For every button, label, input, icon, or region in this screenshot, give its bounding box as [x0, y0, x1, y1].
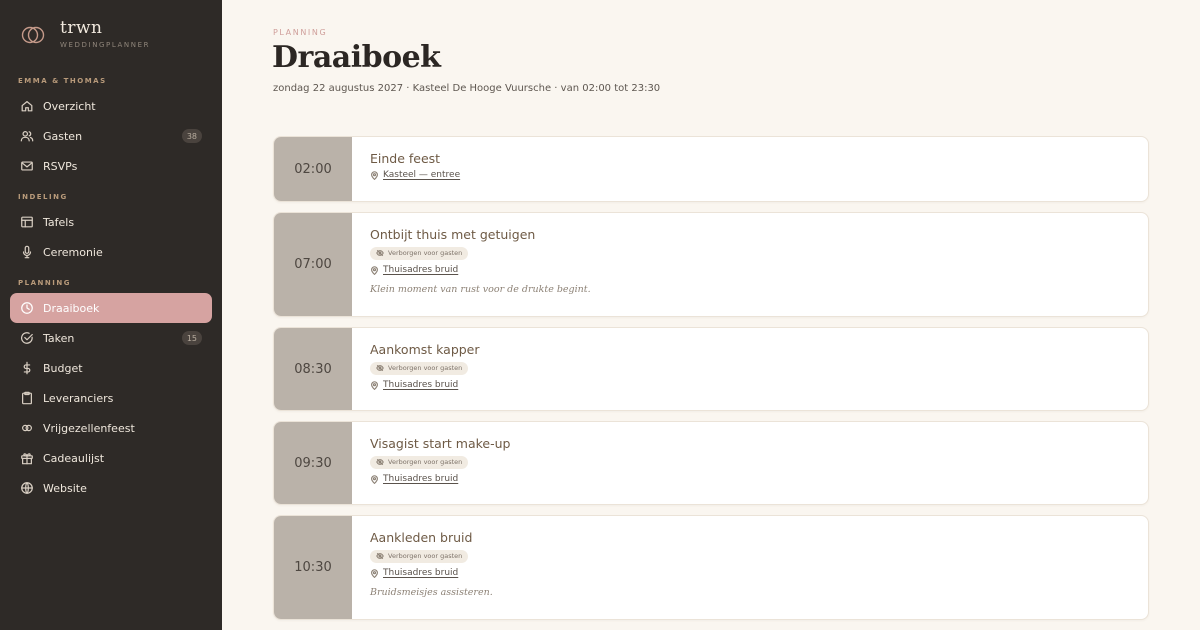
- brand-name: trwn: [60, 18, 103, 38]
- sidebar-item-label: Tafels: [43, 215, 75, 229]
- globe-icon: [20, 481, 34, 495]
- timeline-event[interactable]: 10:30 Aankleden bruid Verborgen voor gas…: [273, 515, 1149, 620]
- sidebar-item-vrijgezellenfeest[interactable]: Vrijgezellenfeest: [10, 413, 212, 443]
- event-note: Klein moment van rust voor de drukte beg…: [370, 284, 591, 295]
- sidebar-item-label: Budget: [43, 361, 83, 375]
- sidebar-item-rsvps[interactable]: RSVPs: [10, 151, 212, 181]
- clock-icon: [20, 301, 34, 315]
- event-location: Thuisadres bruid: [370, 380, 1148, 390]
- event-location: Kasteel — entree: [370, 170, 1148, 180]
- hidden-for-guests-badge: Verborgen voor gasten: [370, 361, 469, 375]
- sidebar-item-cadeaulijst[interactable]: Cadeaulijst: [10, 443, 212, 473]
- sidebar-item-label: Gasten: [43, 129, 83, 143]
- page-title: Draaiboek: [272, 40, 441, 75]
- sidebar-item-label: Leveranciers: [43, 391, 114, 405]
- brand-subtitle: WEDDINGPLANNER: [60, 41, 151, 49]
- event-title: Ontbijt thuis met getuigen: [370, 227, 536, 242]
- event-time: 02:00: [274, 137, 352, 201]
- location-link[interactable]: Thuisadres bruid: [383, 474, 458, 484]
- badge-label: Verborgen voor gasten: [388, 364, 463, 372]
- check-circle-icon: [20, 331, 34, 345]
- event-location: Thuisadres bruid: [370, 265, 1148, 275]
- event-time: 10:30: [274, 516, 352, 619]
- event-title: Einde feest: [370, 151, 441, 166]
- clipboard-icon: [20, 391, 34, 405]
- page-subtitle: zondag 22 augustus 2027 · Kasteel De Hoo…: [273, 83, 661, 94]
- location-link[interactable]: Thuisadres bruid: [383, 380, 458, 390]
- eye-off-icon: [376, 364, 384, 372]
- map-pin-icon: [371, 568, 378, 578]
- event-time: 08:30: [274, 328, 352, 410]
- event-title: Visagist start make-up: [370, 436, 511, 451]
- hidden-for-guests-badge: Verborgen voor gasten: [370, 549, 469, 563]
- sidebar-item-overzicht[interactable]: Overzicht: [10, 91, 212, 121]
- event-time: 09:30: [274, 422, 352, 504]
- count-badge: 38: [181, 129, 202, 143]
- section-label-planning: PLANNING: [18, 279, 71, 287]
- eye-off-icon: [376, 249, 384, 257]
- mail-icon: [20, 159, 34, 173]
- brand[interactable]: trwn WEDDINGPLANNER: [20, 18, 150, 49]
- count-badge: 15: [181, 331, 202, 345]
- event-location: Thuisadres bruid: [370, 474, 1148, 484]
- gift-icon: [20, 451, 34, 465]
- event-time: 07:00: [274, 213, 352, 316]
- sidebar-item-label: Cadeaulijst: [43, 451, 105, 465]
- sidebar-item-label: Vrijgezellenfeest: [43, 421, 135, 435]
- badge-label: Verborgen voor gasten: [388, 458, 463, 466]
- rings-icon: [20, 421, 34, 435]
- rings-logo-icon: [21, 26, 45, 44]
- sidebar-item-taken[interactable]: Taken 15: [10, 323, 212, 353]
- timeline-event[interactable]: 08:30 Aankomst kapper Verborgen voor gas…: [273, 327, 1149, 411]
- timeline-event[interactable]: 02:00 Einde feest Kasteel — entree: [273, 136, 1149, 202]
- event-location: Thuisadres bruid: [370, 568, 1148, 578]
- badge-label: Verborgen voor gasten: [388, 552, 463, 560]
- badge-label: Verborgen voor gasten: [388, 249, 463, 257]
- map-pin-icon: [371, 380, 378, 390]
- hidden-for-guests-badge: Verborgen voor gasten: [370, 455, 469, 469]
- event-title: Aankleden bruid: [370, 530, 473, 545]
- home-icon: [20, 99, 34, 113]
- page-eyebrow: PLANNING: [273, 28, 328, 37]
- location-link[interactable]: Thuisadres bruid: [383, 568, 458, 578]
- sidebar-item-label: Overzicht: [43, 99, 96, 113]
- users-icon: [20, 129, 34, 143]
- map-pin-icon: [371, 265, 378, 275]
- sidebar-item-draaiboek[interactable]: Draaiboek: [10, 293, 212, 323]
- location-link[interactable]: Thuisadres bruid: [383, 265, 458, 275]
- sidebar-item-ceremonie[interactable]: Ceremonie: [10, 237, 212, 267]
- sidebar-item-leveranciers[interactable]: Leveranciers: [10, 383, 212, 413]
- sidebar-item-label: Draaiboek: [43, 301, 100, 315]
- layout-icon: [20, 215, 34, 229]
- mic-icon: [20, 245, 34, 259]
- location-link[interactable]: Kasteel — entree: [383, 170, 460, 180]
- sidebar-item-label: Taken: [43, 331, 75, 345]
- section-label-indeling: INDELING: [18, 193, 68, 201]
- sidebar-item-gasten[interactable]: Gasten 38: [10, 121, 212, 151]
- dollar-icon: [20, 361, 34, 375]
- sidebar: trwn WEDDINGPLANNER EMMA & THOMAS Overzi…: [0, 0, 222, 630]
- eye-off-icon: [376, 458, 384, 466]
- sidebar-item-budget[interactable]: Budget: [10, 353, 212, 383]
- event-title: Aankomst kapper: [370, 342, 480, 357]
- hidden-for-guests-badge: Verborgen voor gasten: [370, 246, 469, 260]
- map-pin-icon: [371, 170, 378, 180]
- sidebar-item-tafels[interactable]: Tafels: [10, 207, 212, 237]
- sidebar-item-website[interactable]: Website: [10, 473, 212, 503]
- sidebar-item-label: RSVPs: [43, 159, 78, 173]
- sidebar-item-label: Ceremonie: [43, 245, 103, 259]
- timeline-event[interactable]: 07:00 Ontbijt thuis met getuigen Verborg…: [273, 212, 1149, 317]
- event-note: Bruidsmeisjes assisteren.: [370, 587, 493, 598]
- sidebar-item-label: Website: [43, 481, 87, 495]
- section-label-couple: EMMA & THOMAS: [18, 77, 107, 85]
- map-pin-icon: [371, 474, 378, 484]
- timeline-event[interactable]: 09:30 Visagist start make-up Verborgen v…: [273, 421, 1149, 505]
- eye-off-icon: [376, 552, 384, 560]
